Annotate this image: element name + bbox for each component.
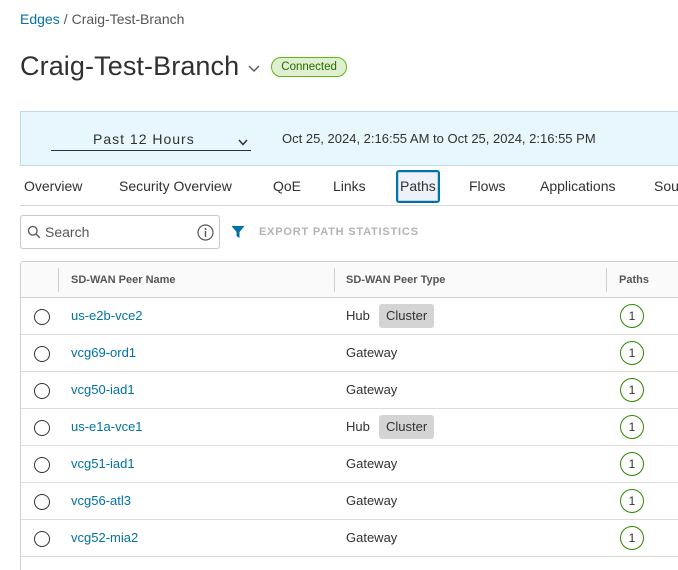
row-select-radio[interactable] — [34, 457, 50, 473]
row-select-radio[interactable] — [34, 383, 50, 399]
peer-type: Hub — [346, 419, 370, 434]
table-row[interactable]: vcg50-iad1 Gateway 1 — [21, 372, 678, 409]
table-header: SD-WAN Peer Name SD-WAN Peer Type Paths — [21, 262, 678, 298]
peer-type: Gateway — [346, 345, 398, 360]
peer-name-link[interactable]: us-e1a-vce1 — [71, 419, 143, 434]
title-row: Craig-Test-Branch Connected — [20, 48, 347, 84]
row-select-radio[interactable] — [34, 420, 50, 436]
peer-name-link[interactable]: vcg69-ord1 — [71, 345, 136, 360]
peer-name-link[interactable]: vcg56-atl3 — [71, 493, 131, 508]
breadcrumb: Edges / Craig-Test-Branch — [20, 11, 184, 27]
tab-security-overview[interactable]: Security Overview — [119, 170, 232, 203]
paths-count-badge[interactable]: 1 — [620, 415, 644, 439]
cluster-badge: Cluster — [379, 415, 435, 439]
breadcrumb-link-edges[interactable]: Edges — [20, 11, 60, 27]
breadcrumb-separator: / — [63, 11, 68, 27]
page-title: Craig-Test-Branch — [20, 50, 240, 81]
tab-sources[interactable]: Sou — [654, 170, 678, 203]
search-input[interactable] — [45, 223, 195, 241]
chevron-down-icon — [237, 135, 249, 147]
paths-table: SD-WAN Peer Name SD-WAN Peer Type Paths … — [20, 261, 678, 570]
table-row[interactable]: vcg69-ord1 Gateway 1 — [21, 335, 678, 372]
tabs-divider — [20, 205, 678, 206]
time-filter-bar: Past 12 Hours Oct 25, 2024, 2:16:55 AM t… — [20, 111, 678, 166]
row-select-radio[interactable] — [34, 346, 50, 362]
table-row[interactable]: vcg51-iad1 Gateway 1 — [21, 446, 678, 483]
row-select-radio[interactable] — [34, 531, 50, 547]
column-header-peer-name[interactable]: SD-WAN Peer Name — [71, 262, 176, 298]
time-range-text: Oct 25, 2024, 2:16:55 AM to Oct 25, 2024… — [282, 131, 596, 146]
tab-qoe[interactable]: QoE — [273, 170, 301, 203]
peer-name-link[interactable]: vcg51-iad1 — [71, 456, 135, 471]
paths-count-badge[interactable]: 1 — [620, 452, 644, 476]
status-badge: Connected — [271, 57, 347, 77]
peer-type: Gateway — [346, 456, 398, 471]
peer-type: Hub — [346, 308, 370, 323]
column-separator — [334, 268, 335, 292]
time-range-select[interactable]: Past 12 Hours — [51, 129, 251, 151]
peer-type: Gateway — [346, 493, 398, 508]
peer-name-link[interactable]: us-e2b-vce2 — [71, 308, 143, 323]
filter-icon[interactable] — [231, 225, 245, 239]
table-row[interactable]: vcg56-atl3 Gateway 1 — [21, 483, 678, 520]
table-row[interactable]: us-e1a-vce1 Hub Cluster 1 — [21, 409, 678, 446]
column-separator — [606, 268, 607, 292]
breadcrumb-current: Craig-Test-Branch — [71, 11, 185, 27]
chevron-down-icon[interactable] — [247, 61, 261, 75]
column-header-paths[interactable]: Paths — [619, 262, 649, 298]
tab-overview[interactable]: Overview — [24, 170, 82, 203]
tab-flows[interactable]: Flows — [469, 170, 506, 203]
paths-count-badge[interactable]: 1 — [620, 341, 644, 365]
tab-links[interactable]: Links — [333, 170, 366, 203]
paths-count-badge[interactable]: 1 — [620, 489, 644, 513]
table-row[interactable]: vcg52-mia2 Gateway 1 — [21, 520, 678, 557]
peer-name-link[interactable]: vcg50-iad1 — [71, 382, 135, 397]
peer-name-link[interactable]: vcg52-mia2 — [71, 530, 138, 545]
search-box — [20, 215, 220, 249]
row-select-radio[interactable] — [34, 309, 50, 325]
paths-count-badge[interactable]: 1 — [620, 526, 644, 550]
tab-paths[interactable]: Paths — [396, 170, 440, 203]
search-icon — [27, 225, 41, 239]
column-header-peer-type[interactable]: SD-WAN Peer Type — [346, 262, 445, 298]
info-icon[interactable] — [197, 224, 214, 241]
export-path-statistics-button[interactable]: EXPORT PATH STATISTICS — [259, 226, 419, 238]
paths-count-badge[interactable]: 1 — [620, 378, 644, 402]
paths-count-badge[interactable]: 1 — [620, 304, 644, 328]
time-range-select-value: Past 12 Hours — [93, 131, 195, 147]
peer-type: Gateway — [346, 382, 398, 397]
table-row[interactable]: us-e2b-vce2 Hub Cluster 1 — [21, 298, 678, 335]
tab-applications[interactable]: Applications — [540, 170, 616, 203]
cluster-badge: Cluster — [379, 304, 435, 328]
peer-type: Gateway — [346, 530, 398, 545]
row-select-radio[interactable] — [34, 494, 50, 510]
column-separator — [58, 268, 59, 292]
